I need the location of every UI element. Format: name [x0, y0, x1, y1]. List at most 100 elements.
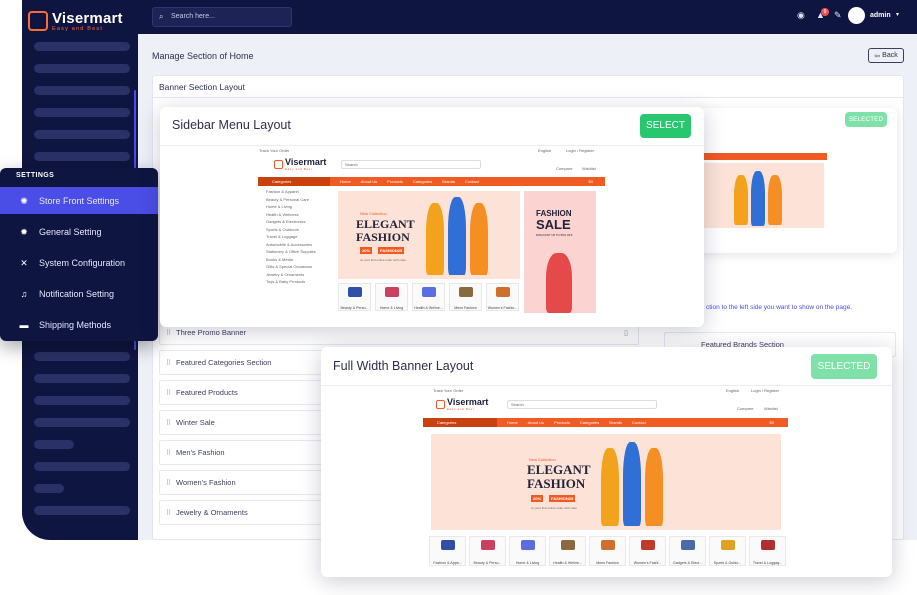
avatar[interactable] [848, 7, 865, 24]
menu-item-general-setting[interactable]: ✹ General Setting [0, 218, 158, 245]
banner-new: New Collection [360, 211, 387, 216]
selected-button[interactable]: SELECTED [845, 112, 887, 127]
store-side-banner: FASHION SALE DISCOUNT UP TO 50% OFF [524, 191, 596, 313]
model-figure [546, 253, 572, 313]
banner-note: on your first online order with code [360, 258, 406, 262]
drag-handle-icon[interactable]: ⠿ [166, 479, 171, 487]
admin-search-input[interactable]: ⌕ Search here... [152, 7, 292, 27]
menu-placeholder[interactable] [34, 352, 130, 361]
product-tile: Fashion & Appa... [429, 536, 466, 566]
store-nav-item: Home [340, 179, 351, 184]
menu-placeholder[interactable] [34, 64, 130, 73]
drag-handle-icon[interactable]: ⠿ [166, 419, 171, 427]
drag-handle-icon[interactable]: ⠿ [166, 389, 171, 397]
layout-card-behind[interactable]: SELECTED [692, 108, 897, 253]
store-nav-item: Contact [464, 179, 479, 184]
right-panel-hint: ction to the left side you want to show … [706, 304, 852, 311]
trash-icon[interactable]: ▯ [624, 329, 628, 337]
store-brand: Visermart [285, 157, 327, 167]
search-icon: ⌕ [159, 12, 164, 21]
banner-note: on your first online order with code [531, 506, 577, 510]
chevron-down-icon[interactable]: ▾ [896, 11, 899, 18]
product-label: Beauty & Perso... [340, 306, 369, 310]
bell-icon: ♫ [20, 288, 28, 299]
product-image [440, 540, 455, 550]
drag-handle-icon[interactable]: ⠿ [166, 329, 171, 337]
store-cart-count: $0 [588, 179, 593, 184]
menu-item-store-front-settings[interactable]: ✺ Store Front Settings [0, 187, 158, 214]
side-menu-item: Books & Media [266, 256, 293, 262]
side-menu-item: Health & Wellness [266, 211, 299, 217]
product-label: Women's Fashi... [633, 561, 662, 565]
section-label: Featured Categories Section [176, 358, 272, 367]
menu-placeholder[interactable] [34, 418, 130, 427]
section-label: Featured Products [176, 388, 238, 397]
menu-placeholder[interactable] [34, 440, 74, 449]
back-button[interactable]: ⇦ Back [868, 48, 904, 63]
store-categories: Categories [258, 177, 330, 186]
menu-placeholder[interactable] [34, 462, 130, 471]
product-label: Home & Living [515, 561, 540, 565]
globe-icon[interactable]: ◉ [797, 10, 805, 21]
banner-discount: 20% [360, 247, 373, 254]
notification-badge: 9 [821, 8, 829, 16]
store-categories: Categories [423, 418, 497, 427]
store-track: Track Your Order [433, 388, 464, 393]
product-tile: Women's Fashio... [486, 283, 519, 311]
store-nav-item: Products [387, 179, 403, 184]
search-placeholder: Search here... [171, 13, 215, 20]
store-side-menu: Fashion & Apparel Beauty & Personal Care… [266, 189, 336, 287]
side-menu-item: Jewelry & Ornaments [266, 271, 305, 277]
store-cart-count: $0 [769, 420, 774, 425]
menu-placeholder[interactable] [34, 152, 130, 161]
wrench-icon[interactable]: ✎ [834, 10, 842, 21]
menu-placeholder[interactable] [34, 396, 130, 405]
product-tile: Health & Wellne... [412, 283, 445, 311]
product-image [384, 287, 399, 297]
store-cart-logo-icon [274, 159, 283, 169]
store-nav-item: Home [507, 420, 518, 425]
product-tile: Home & Living [375, 283, 408, 311]
menu-placeholder[interactable] [34, 42, 130, 51]
panel-divider [152, 97, 904, 98]
drag-handle-icon[interactable]: ⠿ [166, 509, 171, 517]
menu-placeholder[interactable] [34, 108, 130, 117]
banner-line2: FASHION [356, 230, 410, 244]
side-banner-line3: DISCOUNT UP TO 50% OFF [536, 233, 573, 237]
drag-handle-icon[interactable]: ⠿ [166, 449, 171, 457]
product-image [680, 540, 695, 550]
banner-code: FASHION25 [549, 495, 576, 502]
menu-item-shipping-methods[interactable]: ▬ Shipping Methods [0, 311, 158, 338]
product-image [520, 540, 535, 550]
product-tile: Mens Fashion [589, 536, 626, 566]
product-label: Mens Fashion [454, 306, 477, 310]
product-image [495, 287, 510, 297]
menu-item-system-configuration[interactable]: ✕ System Configuration [0, 249, 158, 276]
menu-placeholder[interactable] [34, 484, 64, 493]
side-menu-item: Stationery & Office Supplies [266, 249, 316, 254]
select-button[interactable]: SELECT [640, 114, 691, 138]
store-cart-logo-icon [436, 399, 445, 409]
selected-button[interactable]: SELECTED [811, 354, 877, 379]
model-figure [426, 203, 444, 275]
brand-logo[interactable]: Visermart Easy and Best [28, 10, 123, 32]
menu-item-notification-setting[interactable]: ♫ Notification Setting [0, 280, 158, 307]
fullwidth-layout-card[interactable]: Full Width Banner Layout SELECTED Track … [321, 347, 892, 577]
mini-navbar [702, 153, 827, 160]
gear-icon: ✺ [20, 195, 28, 206]
product-image [347, 287, 362, 297]
store-tagline: Easy and Best [447, 407, 475, 411]
menu-placeholder[interactable] [34, 506, 130, 515]
user-name[interactable]: admin [870, 12, 891, 19]
menu-placeholder[interactable] [34, 86, 130, 95]
product-tile: Beauty & Perso... [469, 536, 506, 566]
drag-handle-icon[interactable]: ⠿ [166, 359, 171, 367]
side-menu-item: Automobile & Accessories [266, 241, 313, 247]
store-search-placeholder: Search [511, 402, 524, 407]
product-label: Mens Fashion [596, 561, 619, 565]
sidebar-layout-card[interactable]: Sidebar Menu Layout SELECT Track Your Or… [160, 107, 704, 327]
product-label: Sports & Outdo... [713, 561, 742, 565]
menu-placeholder[interactable] [34, 130, 130, 139]
product-image [640, 540, 655, 550]
menu-placeholder[interactable] [34, 374, 130, 383]
